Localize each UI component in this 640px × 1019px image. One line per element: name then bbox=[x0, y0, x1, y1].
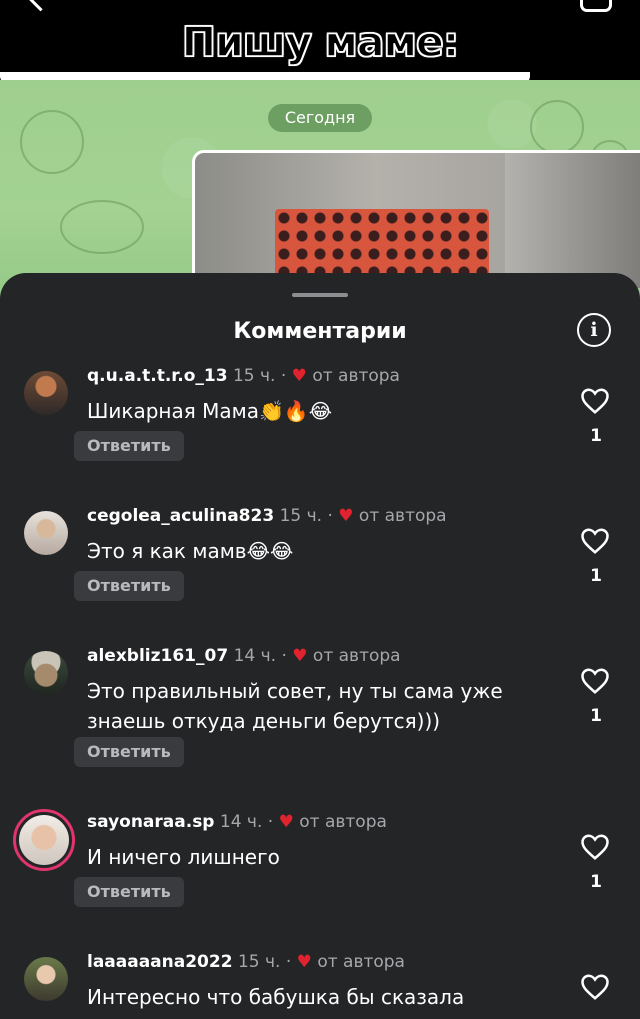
doodle-icon bbox=[530, 100, 584, 154]
comment-text: Интересно что бабушка бы сказала bbox=[87, 985, 465, 1009]
comment-time: 15 ч. · bbox=[279, 506, 333, 526]
date-badge: Сегодня bbox=[268, 104, 372, 132]
avatar-icon[interactable] bbox=[21, 508, 71, 558]
comment-time: 15 ч. · bbox=[237, 952, 292, 972]
like-count: 1 bbox=[590, 706, 602, 726]
comment-meta: sayonaraa.sp 14 ч. · ♥ от автора bbox=[87, 812, 387, 832]
avatar-icon[interactable] bbox=[21, 954, 71, 1004]
back-chevron-icon[interactable] bbox=[25, 0, 56, 12]
author-heart-icon: ♥ bbox=[296, 952, 312, 972]
author-label: от автора bbox=[312, 366, 400, 386]
like-count: 1 bbox=[590, 566, 602, 586]
author-label: от автора bbox=[312, 646, 401, 666]
comment-username[interactable]: sayonaraa.sp bbox=[87, 812, 214, 832]
comment-meta: cegolea_aculina823 15 ч. · ♥ от автора bbox=[87, 506, 447, 526]
comment-text: И ничего лишнего bbox=[87, 845, 280, 869]
info-icon[interactable]: i bbox=[577, 313, 611, 347]
comment-username[interactable]: cegolea_aculina823 bbox=[87, 506, 274, 526]
avatar-icon[interactable] bbox=[21, 648, 71, 698]
like-heart-icon[interactable] bbox=[580, 387, 610, 415]
comment-meta: q.u.a.t.t.r.o_13 15 ч. · ♥ от автора bbox=[87, 366, 400, 386]
doodle-icon bbox=[20, 110, 84, 174]
top-bar: Пишу маме: bbox=[0, 0, 640, 80]
comment-meta: laaaaaana2022 15 ч. · ♥ от автора bbox=[87, 952, 405, 972]
avatar-icon[interactable] bbox=[21, 368, 71, 418]
author-label: от автора bbox=[358, 506, 447, 526]
reply-button[interactable]: Ответить bbox=[74, 431, 184, 461]
reply-button[interactable]: Ответить bbox=[74, 571, 184, 601]
author-label: от автора bbox=[299, 812, 387, 832]
comment-username[interactable]: q.u.a.t.t.r.o_13 bbox=[87, 366, 228, 386]
author-heart-icon: ♥ bbox=[291, 366, 307, 386]
like-heart-icon[interactable] bbox=[580, 527, 610, 555]
meme-caption: Пишу маме: bbox=[181, 17, 460, 67]
comment-time: 15 ч. · bbox=[232, 366, 287, 386]
reply-button[interactable]: Ответить bbox=[74, 737, 184, 767]
like-heart-icon[interactable] bbox=[580, 833, 610, 861]
avatar-story-icon[interactable] bbox=[13, 809, 75, 871]
author-heart-icon: ♥ bbox=[338, 506, 354, 526]
comment-time: 14 ч. · bbox=[219, 812, 274, 832]
reply-button[interactable]: Ответить bbox=[74, 877, 184, 907]
comment-meta: alexbliz161_07 14 ч. · ♥ от автора bbox=[87, 646, 401, 666]
like-count: 1 bbox=[590, 872, 602, 892]
lamp-image bbox=[275, 209, 489, 279]
comments-sheet: Комментарии i q.u.a.t.t.r.o_13 15 ч. · ♥… bbox=[0, 273, 640, 1019]
sheet-grabber[interactable] bbox=[292, 293, 348, 297]
author-heart-icon: ♥ bbox=[292, 646, 308, 666]
comment-text: Шикарная Мама👏🔥😂 bbox=[87, 399, 333, 423]
comment-text: Это правильный совет, ну ты сама уже зна… bbox=[87, 679, 503, 733]
like-count: 1 bbox=[590, 426, 602, 446]
camera-icon[interactable] bbox=[580, 0, 612, 12]
author-heart-icon: ♥ bbox=[278, 812, 294, 832]
sheet-title: Комментарии bbox=[233, 319, 407, 344]
chat-photo[interactable] bbox=[192, 150, 640, 288]
comment-username[interactable]: laaaaaana2022 bbox=[87, 952, 233, 972]
like-heart-icon[interactable] bbox=[580, 973, 610, 1001]
doodle-icon bbox=[60, 200, 144, 254]
comment-time: 14 ч. · bbox=[233, 646, 287, 666]
comment-username[interactable]: alexbliz161_07 bbox=[87, 646, 228, 666]
author-label: от автора bbox=[317, 952, 405, 972]
like-heart-icon[interactable] bbox=[580, 667, 610, 695]
comment-text: Это я как мамв😂😂 bbox=[87, 539, 294, 563]
